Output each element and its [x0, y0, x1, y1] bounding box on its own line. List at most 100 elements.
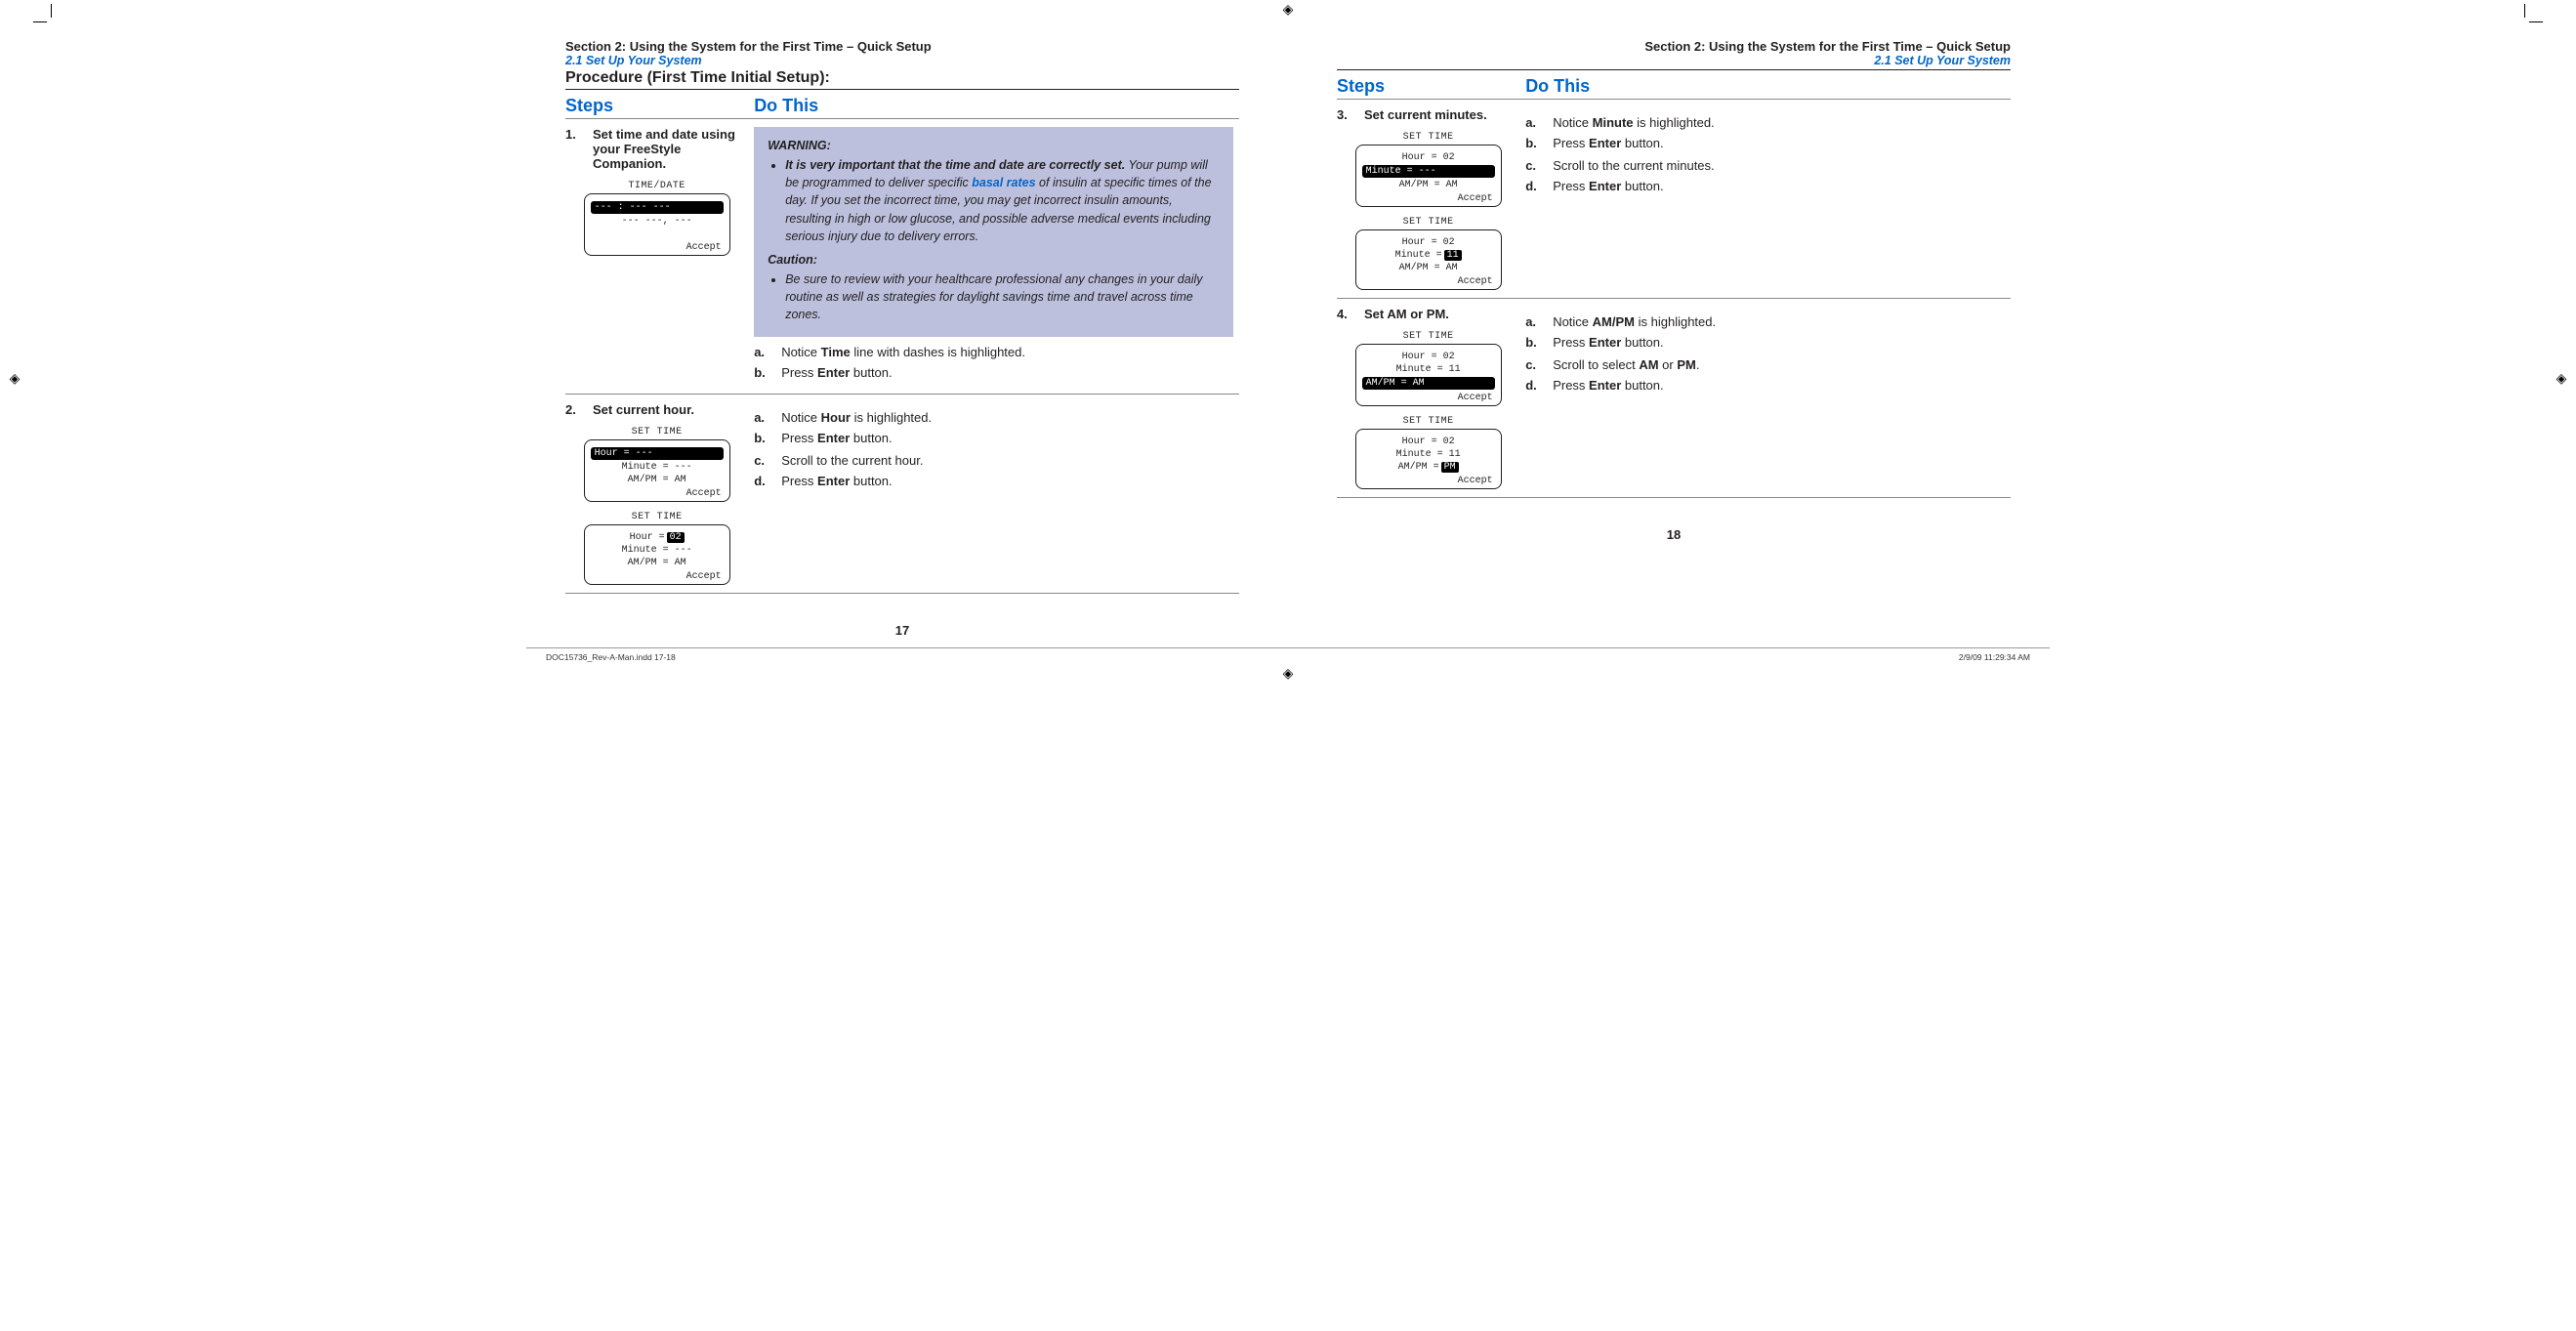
substep-text: Notice AM/PM is highlighted. [1553, 314, 1716, 329]
screen-line: Hour = 02 [1360, 436, 1497, 448]
section-subheader: 2.1 Set Up Your System [565, 54, 1239, 67]
substep-letter: d. [1525, 179, 1541, 193]
screen-highlighted-line: Hour = --- [591, 447, 724, 460]
substep-text: Press Enter button. [1553, 335, 1663, 350]
step-text: Set AM or PM. [1364, 307, 1449, 321]
screen-accept: Accept [1360, 391, 1497, 403]
step-text: Set current minutes. [1364, 107, 1487, 122]
step-1-right: WARNING: It is very important that the t… [754, 119, 1239, 395]
substeps: c.Scroll to the current minutes. d.Press… [1525, 158, 2005, 193]
device-screen-set-time-2: SET TIME Hour = 02 Minute = --- AM/PM = … [565, 512, 748, 585]
registration-mark-icon: ◈ [8, 371, 21, 385]
screen-line: AM/PM = AM [589, 474, 726, 486]
screen-line: AM/PM = AM [1360, 262, 1497, 274]
substep-letter: b. [754, 365, 769, 380]
screen-highlighted-line: Minute = --- [1362, 165, 1495, 178]
screen-title: SET TIME [1403, 217, 1454, 228]
registration-mark-icon: ◈ [1281, 2, 1295, 16]
screen-line: Minute = 11 [1360, 249, 1497, 262]
screen-title: TIME/DATE [628, 181, 686, 191]
screen-accept: Accept [589, 240, 726, 253]
screen-line: Hour = 02 [1360, 151, 1497, 164]
step-number: 4. [1337, 307, 1352, 321]
device-screen-set-time-1: SET TIME Hour = --- Minute = --- AM/PM =… [565, 427, 748, 502]
steps-table: Steps Do This 3. Set current minutes. SE… [1337, 70, 2011, 497]
substeps: a.Notice Hour is highlighted. b.Press En… [754, 410, 1233, 445]
registration-mark-icon: ◈ [1281, 666, 1295, 680]
step-4-right: a. Notice AM/PM is highlighted. b. Press E… [1525, 299, 2011, 498]
col-dothis: Do This [754, 90, 1239, 119]
step-text: Set current hour. [593, 402, 694, 417]
step-3-right: a. Notice Minute is highlighted. b. Press … [1525, 100, 2011, 299]
col-dothis: Do This [1525, 70, 2011, 100]
step-4-left: 4. Set AM or PM. SET TIME Hour = 02 Minu… [1337, 299, 1525, 498]
screen-title: SET TIME [1403, 132, 1454, 143]
substep-text: Press Enter button. [781, 365, 892, 380]
substep-text: Press Enter button. [1553, 378, 1663, 393]
warning-bold: It is very important that the time and d… [785, 158, 1125, 172]
section-header: Section 2: Using the System for the Firs… [1337, 39, 2011, 54]
screen-accept: Accept [1360, 474, 1497, 486]
registration-mark-icon: ◈ [2555, 371, 2568, 385]
screen-highlighted-line: AM/PM = AM [1362, 377, 1495, 390]
screen-accept: Accept [1360, 191, 1497, 204]
screen-line: Hour = 02 [1360, 236, 1497, 249]
screen-line: AM/PM = AM [1360, 179, 1497, 191]
step-text: Set time and date using your FreeStyle C… [593, 127, 748, 171]
screen-line: Minute = 11 [1360, 363, 1497, 376]
device-screen-set-time-1: SET TIME Hour = 02 Minute = 11 AM/PM = A… [1337, 331, 1519, 406]
substeps: c.Scroll to the current hour. d.Press En… [754, 453, 1233, 488]
substep-letter: a. [1525, 115, 1541, 130]
screen-highlighted-line: --- : --- --- [591, 201, 724, 214]
step-2-left: 2. Set current hour. SET TIME Hour = ---… [565, 395, 754, 594]
page-18: Section 2: Using the System for the Firs… [1317, 29, 2030, 638]
crop-mark-tr [2517, 10, 2537, 29]
substeps: a.Notice Time line with dashes is highli… [754, 345, 1233, 380]
section-subheader: 2.1 Set Up Your System [1337, 54, 2011, 67]
substep-letter: a. [754, 345, 769, 359]
screen-highlighted-value: 11 [1444, 250, 1462, 261]
screen-line: Hour = 02 [589, 531, 726, 544]
screen-line: --- ---, --- [589, 215, 726, 228]
caution-heading: Caution: [768, 251, 1220, 269]
step-number: 3. [1337, 107, 1352, 122]
basal-rates-link: basal rates [972, 176, 1035, 189]
page-spread: Section 2: Using the System for the Firs… [546, 0, 2030, 638]
substep-text: Scroll to the current hour. [781, 453, 923, 468]
procedure-title: Procedure (First Time Initial Setup): [565, 69, 1239, 87]
warning-heading: WARNING: [768, 137, 1220, 154]
screen-accept: Accept [589, 569, 726, 582]
substep-text: Scroll to select AM or PM. [1553, 357, 1699, 372]
footer-timestamp: 2/9/09 11:29:34 AM [1959, 652, 2030, 662]
rule [1337, 497, 2011, 498]
substep-letter: b. [1525, 136, 1541, 150]
substep-letter: c. [754, 453, 769, 468]
warning-bullet: It is very important that the time and d… [785, 156, 1220, 245]
screen-accept: Accept [589, 486, 726, 499]
substep-text: Notice Hour is highlighted. [781, 410, 932, 425]
substep-text: Notice Minute is highlighted. [1553, 115, 1714, 130]
screen-accept: Accept [1360, 274, 1497, 287]
crop-mark-tl [39, 10, 59, 29]
screen-title: SET TIME [632, 427, 683, 437]
footer-filename: DOC15736_Rev-A-Man.indd 17-18 [546, 652, 676, 662]
device-screen-time-date: TIME/DATE --- : --- --- --- ---, --- Acc… [565, 181, 748, 256]
col-steps: Steps [1337, 70, 1525, 100]
substep-text: Press Enter button. [1553, 179, 1663, 193]
device-screen-set-time-2: SET TIME Hour = 02 Minute = 11 AM/PM = A… [1337, 217, 1519, 290]
substep-letter: c. [1525, 357, 1541, 372]
substep-letter: a. [1525, 314, 1541, 329]
substeps: a. Notice Minute is highlighted. b. Press … [1525, 115, 2005, 150]
screen-line: AM/PM = AM [589, 557, 726, 569]
step-number: 1. [565, 127, 581, 171]
substep-letter: b. [1525, 335, 1541, 350]
screen-line: Minute = --- [589, 544, 726, 557]
screen-line: Hour = 02 [1360, 351, 1497, 363]
screen-highlighted-value: 02 [667, 532, 685, 543]
screen-line: Minute = --- [589, 461, 726, 474]
warning-box: WARNING: It is very important that the t… [754, 127, 1233, 337]
substep-letter: a. [754, 410, 769, 425]
substep-text: Press Enter button. [1553, 136, 1663, 150]
caution-bullet: Be sure to review with your healthcare p… [785, 270, 1220, 323]
screen-line: AM/PM = PM [1360, 461, 1497, 474]
